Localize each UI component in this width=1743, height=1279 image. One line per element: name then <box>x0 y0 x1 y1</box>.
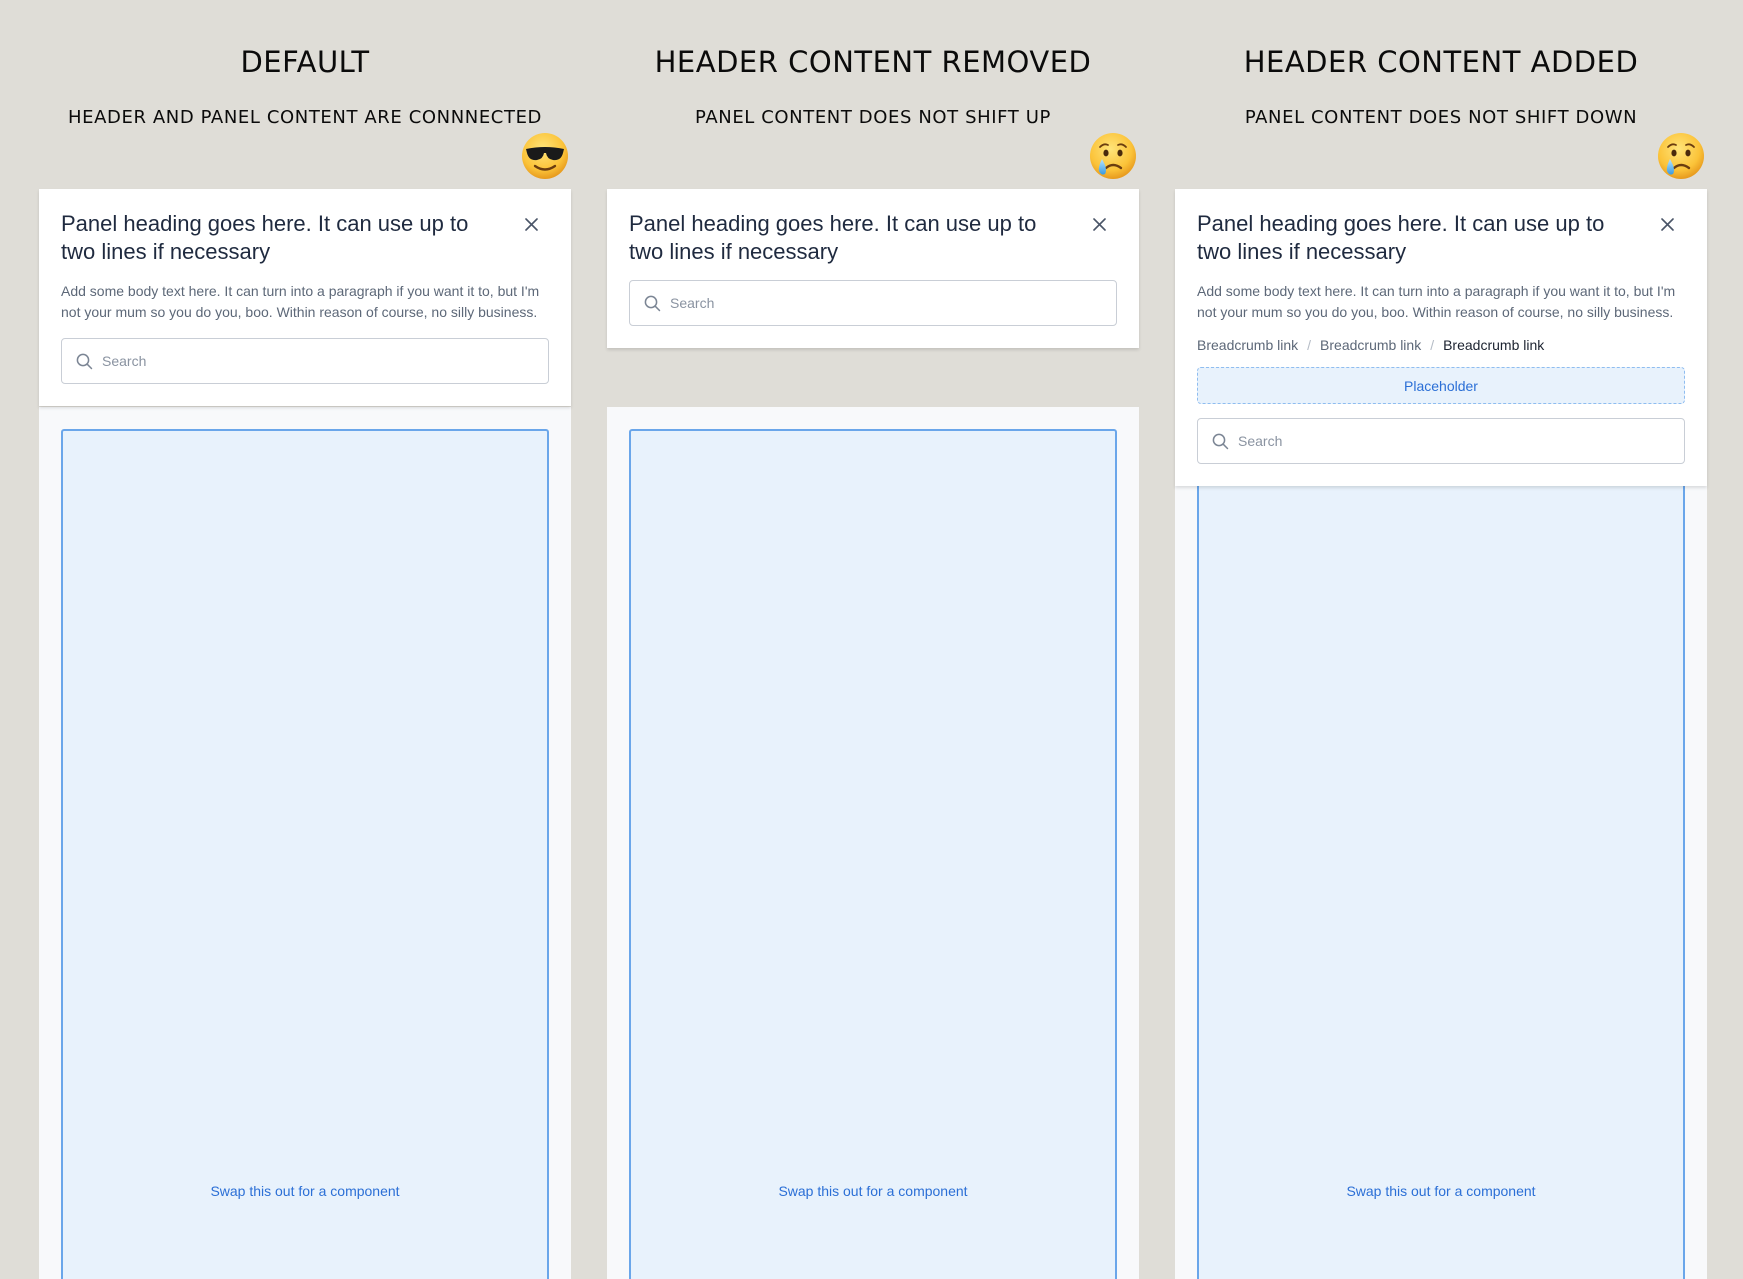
panel-heading: Panel heading goes here. It can use up t… <box>629 211 1037 264</box>
panel-content <box>1175 407 1707 1279</box>
close-icon <box>524 217 538 231</box>
column-header-content-removed: HEADER CONTENT REMOVED PANEL CONTENT DOE… <box>607 0 1139 1279</box>
breadcrumb-separator: / <box>1307 337 1312 353</box>
search-icon <box>1212 433 1229 449</box>
placeholder-slot: Placeholder <box>1197 367 1685 404</box>
panel-body-text: Add some body text here. It can turn int… <box>1197 283 1676 320</box>
panel-body-text: Add some body text here. It can turn int… <box>61 283 540 320</box>
sunglasses-emoji-icon <box>521 132 569 180</box>
close-button[interactable] <box>519 212 543 236</box>
panel-heading: Panel heading goes here. It can use up t… <box>1197 211 1605 264</box>
column-subtitle: HEADER AND PANEL CONTENT ARE CONNNECTED <box>67 107 542 128</box>
column-title: DEFAULT <box>240 45 370 79</box>
column-subtitle: PANEL CONTENT DOES NOT SHIFT DOWN <box>1244 107 1638 128</box>
search-icon <box>644 295 661 311</box>
column-title: HEADER CONTENT ADDED <box>1243 45 1639 79</box>
search-field[interactable] <box>1197 418 1685 464</box>
search-input[interactable] <box>670 295 1090 311</box>
close-button[interactable] <box>1087 212 1111 236</box>
component-slot-label: Swap this out for a component <box>778 1183 968 1199</box>
search-icon <box>76 353 93 369</box>
panel-header: Panel heading goes here. It can use up t… <box>1175 189 1707 486</box>
panel-content <box>39 407 571 1279</box>
close-icon <box>1092 217 1106 231</box>
column-default: DEFAULT HEADER AND PANEL CONTENT ARE CON… <box>39 0 571 1279</box>
breadcrumb-link[interactable]: Breadcrumb link <box>1320 336 1421 354</box>
crying-emoji-icon <box>1089 132 1137 180</box>
column-subtitle: PANEL CONTENT DOES NOT SHIFT UP <box>695 107 1051 128</box>
breadcrumb-current: Breadcrumb link <box>1443 337 1545 353</box>
close-button[interactable] <box>1655 212 1679 236</box>
component-slot-label: Swap this out for a component <box>210 1183 400 1199</box>
component-slot-label: Swap this out for a component <box>1346 1183 1536 1199</box>
panel-heading: Panel heading goes here. It can use up t… <box>61 211 469 264</box>
component-slot <box>61 429 549 1279</box>
breadcrumb: Breadcrumb link / Breadcrumb link / Brea… <box>1197 336 1685 354</box>
close-icon <box>1660 217 1674 231</box>
panel-header: Panel heading goes here. It can use up t… <box>39 189 571 406</box>
column-header-content-added: HEADER CONTENT ADDED PANEL CONTENT DOES … <box>1175 0 1707 1279</box>
panel-content <box>607 407 1139 1279</box>
search-input[interactable] <box>102 353 522 369</box>
column-title: HEADER CONTENT REMOVED <box>654 45 1092 79</box>
component-slot <box>629 429 1117 1279</box>
crying-emoji-icon <box>1657 132 1705 180</box>
search-field[interactable] <box>61 338 549 384</box>
component-slot <box>1197 429 1685 1279</box>
placeholder-label: Placeholder <box>1404 377 1478 394</box>
search-input[interactable] <box>1238 433 1658 449</box>
panel-header: Panel heading goes here. It can use up t… <box>607 189 1139 348</box>
breadcrumb-separator: / <box>1430 337 1435 353</box>
search-field[interactable] <box>629 280 1117 326</box>
breadcrumb-link[interactable]: Breadcrumb link <box>1197 336 1298 354</box>
